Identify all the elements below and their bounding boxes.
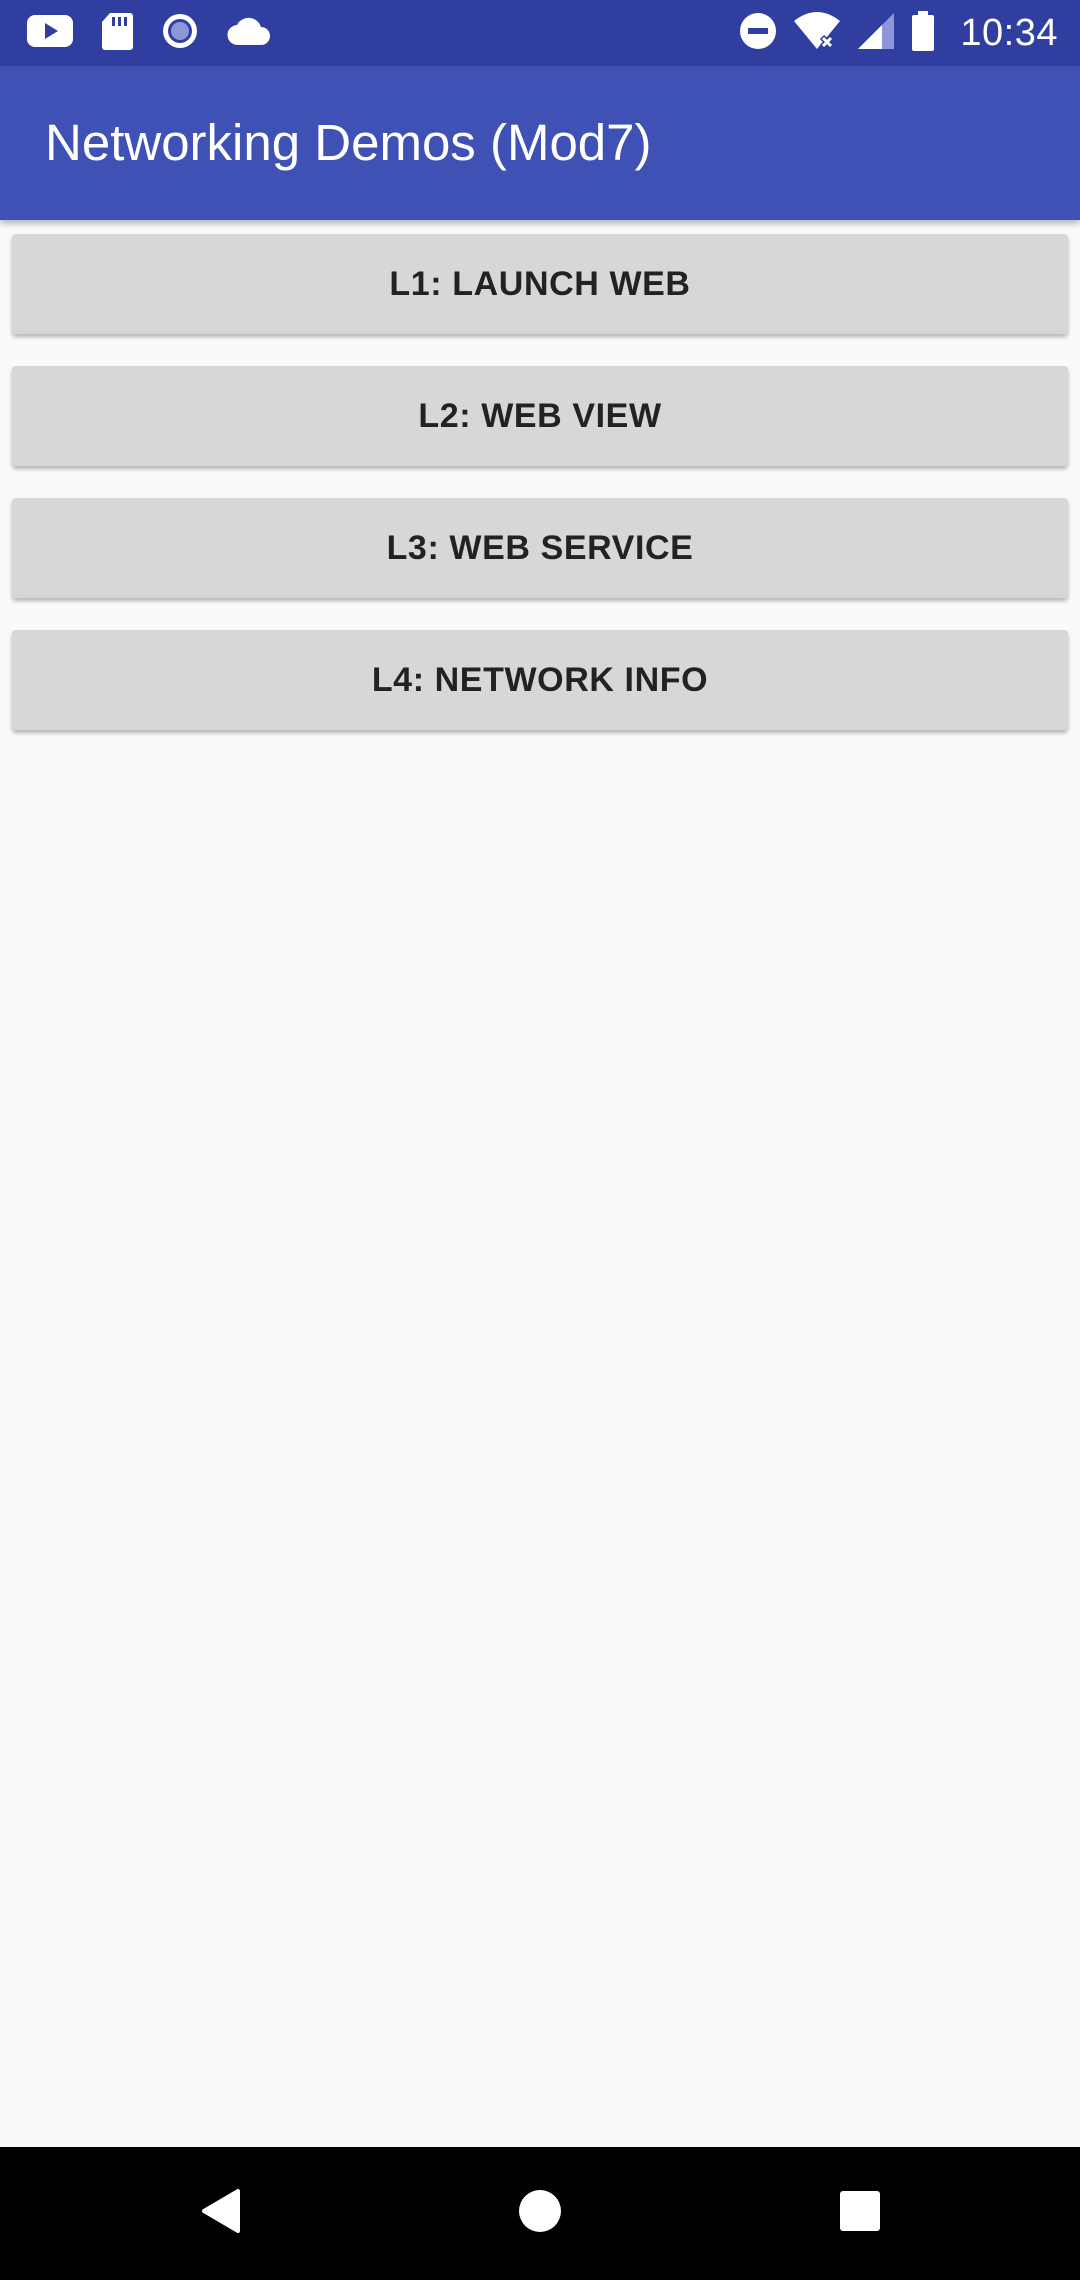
circle-notification-icon [160, 11, 200, 56]
status-bar-notifications [26, 0, 272, 66]
app-bar: Networking Demos (Mod7) [0, 66, 1080, 220]
status-bar: 10:34 [0, 0, 1080, 66]
home-icon [517, 2188, 563, 2239]
wifi-no-internet-icon [792, 11, 842, 56]
web-service-button[interactable]: L3: WEB SERVICE [12, 498, 1068, 598]
home-button[interactable] [460, 2147, 620, 2280]
recents-button[interactable] [780, 2147, 940, 2280]
youtube-icon [26, 13, 74, 54]
back-button[interactable] [140, 2147, 300, 2280]
navigation-bar [0, 2147, 1080, 2280]
web-view-button[interactable]: L2: WEB VIEW [12, 366, 1068, 466]
cloud-icon [226, 15, 272, 52]
do-not-disturb-icon [738, 11, 778, 56]
sd-card-icon [100, 11, 134, 56]
app-title: Networking Demos (Mod7) [45, 114, 652, 171]
network-info-button[interactable]: L4: NETWORK INFO [12, 630, 1068, 730]
battery-icon [910, 10, 936, 57]
status-bar-system: 10:34 [738, 0, 1058, 66]
status-time: 10:34 [960, 11, 1058, 54]
cell-signal-icon [856, 11, 896, 56]
back-icon [198, 2187, 242, 2240]
launch-web-button[interactable]: L1: LAUNCH WEB [12, 234, 1068, 334]
recents-icon [839, 2190, 881, 2237]
